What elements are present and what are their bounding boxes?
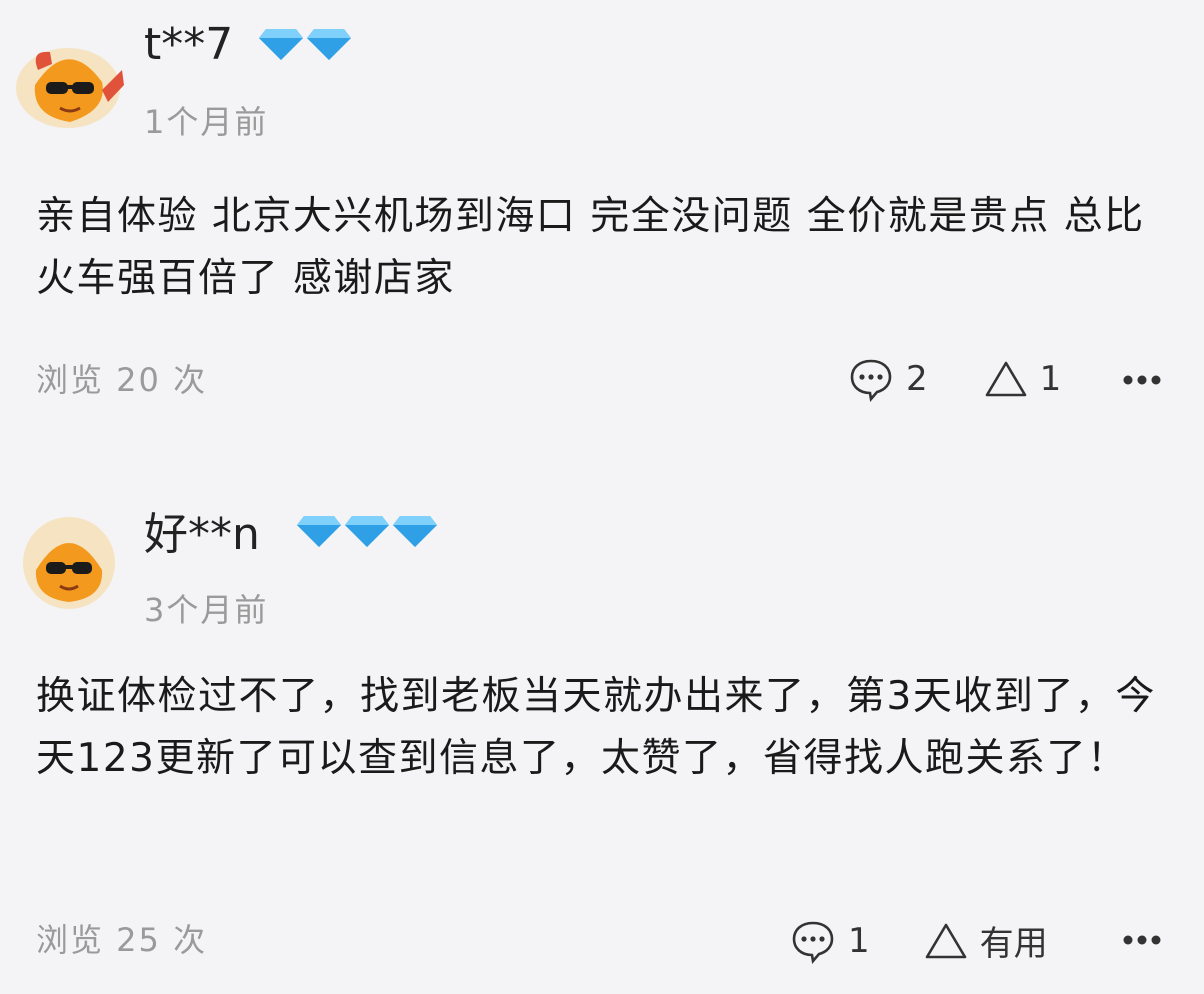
action-bar: 1 有用 <box>790 916 1048 965</box>
review-content: 亲自体验 北京大兴机场到海口 完全没问题 全价就是贵点 总比火车强百倍了 感谢店… <box>36 194 1145 301</box>
like-button[interactable]: 1 <box>984 359 1062 399</box>
comment-button[interactable]: 1 <box>790 918 870 964</box>
triangle-like-icon <box>925 923 966 958</box>
diamond-badge-icon <box>393 516 437 547</box>
diamond-badge-icon <box>307 29 351 60</box>
review-content: 换证体检过不了，找到老板当天就办出来了，第3天收到了，今天123更新了可以查到信… <box>36 674 1156 781</box>
post-time: 1个月前 <box>144 103 269 141</box>
diamond-badge-icon <box>259 29 303 60</box>
useful-button[interactable]: 有用 <box>924 916 1048 965</box>
action-bar: 2 1 <box>848 356 1061 402</box>
level-badges <box>296 514 438 548</box>
comment-bubble-icon <box>850 359 892 402</box>
diamond-badge-icon <box>297 516 341 547</box>
post-time: 3个月前 <box>144 591 269 629</box>
comment-button[interactable]: 2 <box>848 356 928 402</box>
comment-count: 1 <box>848 920 870 961</box>
like-count: 1 <box>1039 359 1062 399</box>
username[interactable]: t**7 <box>144 20 233 70</box>
diamond-badge-icon <box>345 516 389 547</box>
view-count: 浏览 20 次 <box>36 361 208 399</box>
review-card: t**7 1个月前 亲自体验 北京大兴机场到海口 完全没问题 全价就是贵点 总比… <box>0 0 1204 450</box>
avatar[interactable] <box>22 516 116 610</box>
triangle-like-icon <box>985 361 1026 397</box>
more-dots-icon[interactable] <box>1122 934 1162 946</box>
avatar-mascot-icon <box>16 48 124 128</box>
useful-label: 有用 <box>979 924 1048 964</box>
comment-bubble-icon <box>792 921 834 964</box>
avatar[interactable] <box>10 30 126 130</box>
avatar-mascot-icon <box>23 517 115 609</box>
more-dots-icon[interactable] <box>1122 374 1162 386</box>
review-card: 好**n 3个月前 换证体检过不了，找到老板当天就办出来了，第3天收到了，今天1… <box>0 480 1204 994</box>
level-badges <box>258 27 352 61</box>
comment-count: 2 <box>906 359 928 399</box>
username[interactable]: 好**n <box>144 510 260 560</box>
view-count: 浏览 25 次 <box>36 921 208 959</box>
